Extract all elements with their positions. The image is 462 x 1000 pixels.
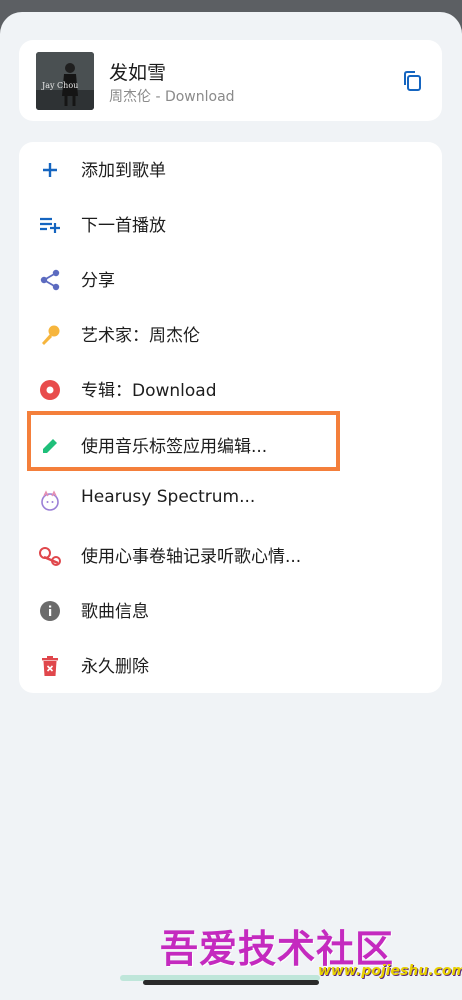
menu-item-label: 分享	[81, 271, 115, 291]
menu-item-label: 使用心事卷轴记录听歌心情...	[81, 547, 302, 567]
menu-item-edit-tags[interactable]: 使用音乐标签应用编辑...	[19, 418, 442, 473]
menu-item-artist[interactable]: 艺术家：周杰伦	[19, 307, 442, 362]
menu-item-album[interactable]: 专辑：Download	[19, 362, 442, 417]
menu-item-hearusy-spectrum[interactable]: Hearusy Spectrum...	[19, 473, 442, 528]
plus-icon	[37, 157, 63, 183]
menu-item-play-next[interactable]: 下一首播放	[19, 197, 442, 252]
menu-item-label: 下一首播放	[81, 216, 166, 236]
copy-icon[interactable]	[398, 67, 426, 95]
song-title: 发如雪	[109, 62, 167, 84]
delete-icon	[37, 653, 63, 679]
action-menu: 添加到歌单 下一首播放 分享 艺术家：周杰伦 专辑：Download 使用音乐标…	[19, 142, 442, 693]
gesture-navigation-bar[interactable]	[143, 980, 319, 985]
menu-item-delete[interactable]: 永久删除	[19, 638, 442, 693]
menu-item-label: 使用音乐标签应用编辑...	[81, 437, 268, 457]
menu-item-add-to-playlist[interactable]: 添加到歌单	[19, 142, 442, 197]
pencil-icon	[37, 433, 63, 459]
spectrum-app-icon	[37, 488, 63, 514]
info-icon	[37, 598, 63, 624]
album-icon	[37, 377, 63, 403]
menu-item-share[interactable]: 分享	[19, 252, 442, 307]
share-icon	[37, 267, 63, 293]
menu-item-label: 专辑：Download	[81, 381, 217, 401]
menu-item-label: 永久删除	[81, 657, 149, 677]
song-header-card: Jay Chou 发如雪 周杰伦 - Download	[19, 40, 442, 121]
watermark-url: www.pojieshu.com	[318, 963, 462, 979]
menu-item-song-info[interactable]: 歌曲信息	[19, 583, 442, 638]
album-cover: Jay Chou	[36, 52, 94, 110]
playlist-add-icon	[37, 212, 63, 238]
menu-item-label: 艺术家：周杰伦	[81, 326, 200, 346]
menu-item-label: 歌曲信息	[81, 602, 149, 622]
song-subtitle: 周杰伦 - Download	[109, 89, 235, 105]
bottom-sheet: Jay Chou 发如雪 周杰伦 - Download 添加到歌单 下一首播放 …	[0, 12, 462, 1000]
menu-item-label: Hearusy Spectrum...	[81, 487, 256, 507]
menu-item-scroll-diary[interactable]: 使用心事卷轴记录听歌心情...	[19, 528, 442, 583]
menu-item-label: 添加到歌单	[81, 161, 166, 181]
cover-text: Jay Chou	[41, 81, 78, 90]
microphone-icon	[37, 322, 63, 348]
scroll-app-icon	[37, 543, 63, 569]
